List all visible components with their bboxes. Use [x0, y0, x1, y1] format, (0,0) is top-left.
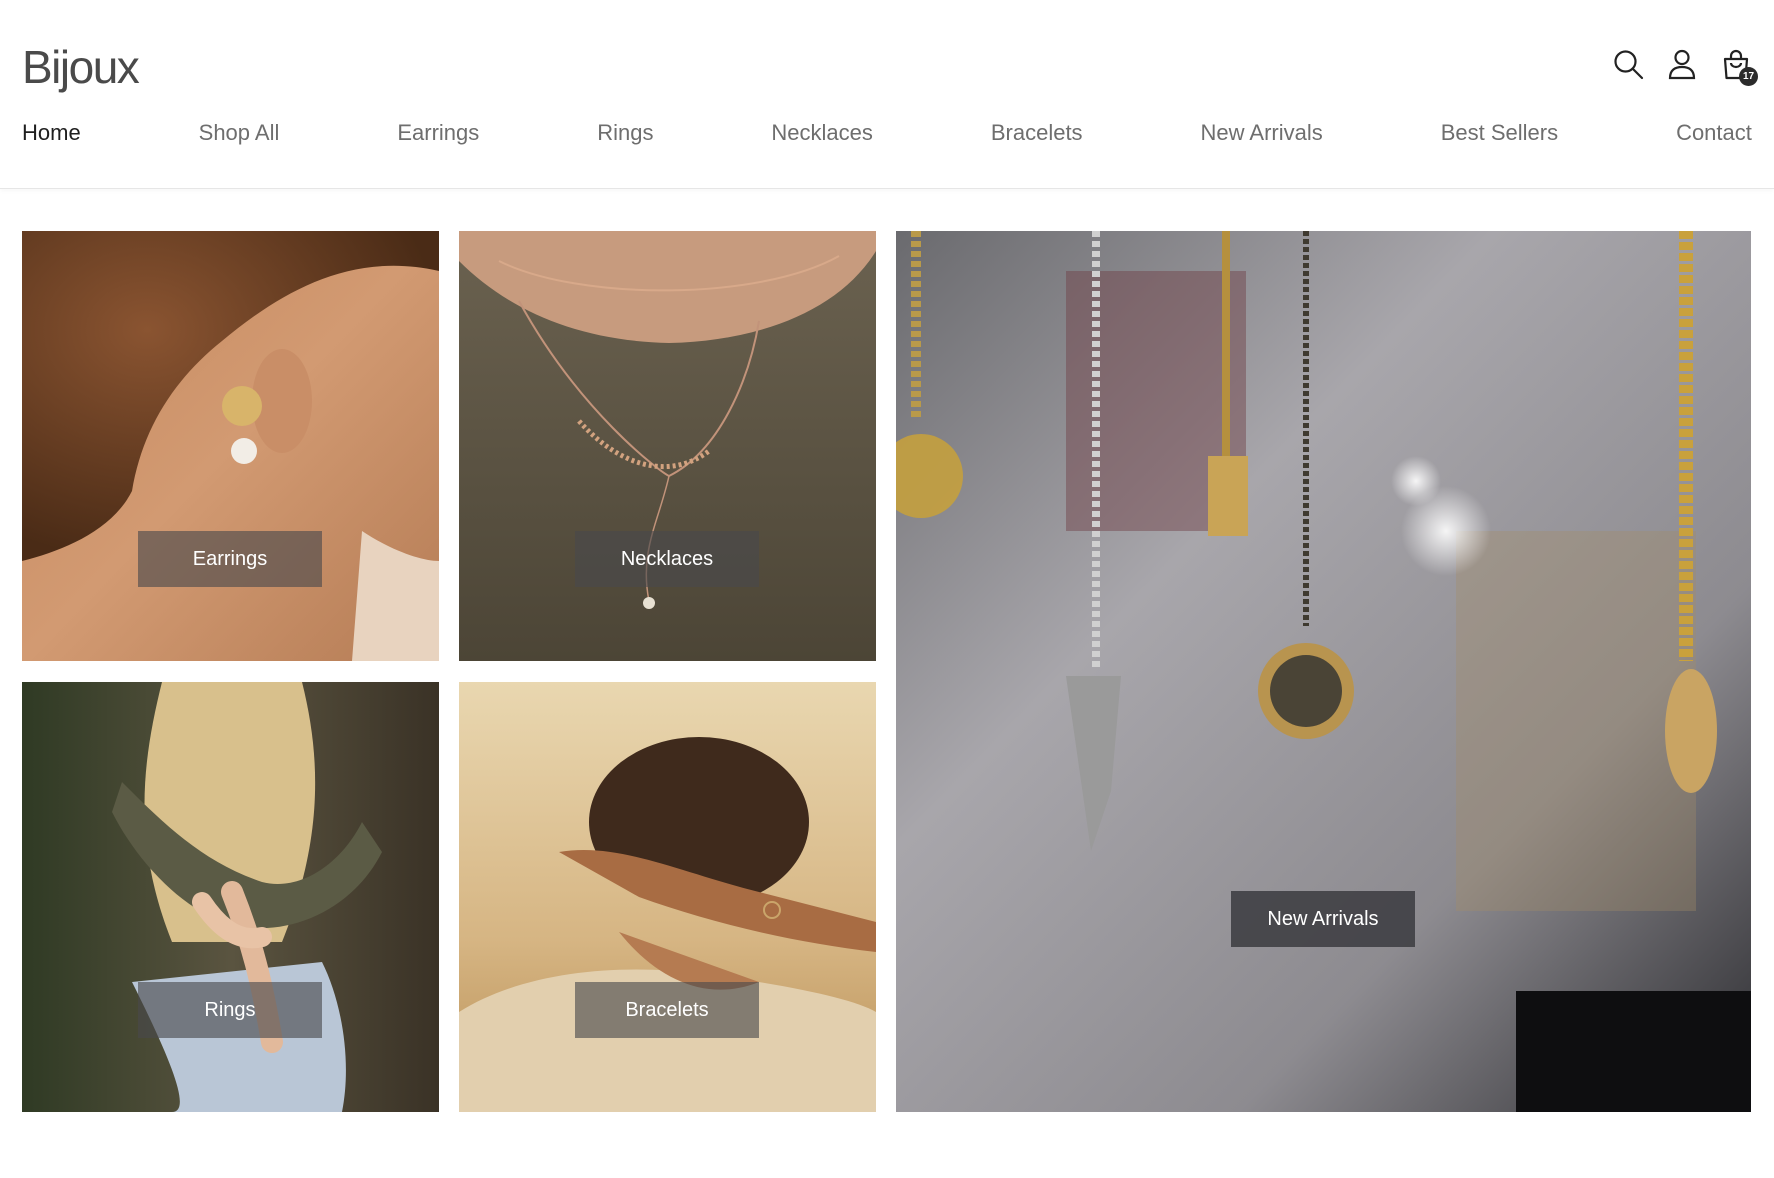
cart-count-badge: 17 [1739, 67, 1758, 86]
category-label-necklaces[interactable]: Necklaces [575, 531, 759, 587]
bracelets-photo [459, 682, 876, 1112]
nav-item-rings[interactable]: Rings [597, 120, 653, 146]
main-nav: Home Shop All Earrings Rings Necklaces B… [22, 120, 1752, 146]
user-icon[interactable] [1666, 48, 1698, 80]
nav-item-best-sellers[interactable]: Best Sellers [1441, 120, 1558, 146]
category-label-new-arrivals[interactable]: New Arrivals [1231, 891, 1415, 947]
nav-item-contact[interactable]: Contact [1676, 120, 1752, 146]
category-tile-necklaces[interactable]: Necklaces [459, 231, 876, 661]
new-arrivals-photo [896, 231, 1751, 1112]
category-tile-bracelets[interactable]: Bracelets [459, 682, 876, 1112]
nav-item-new-arrivals[interactable]: New Arrivals [1201, 120, 1323, 146]
header-icons: 17 [1612, 48, 1758, 86]
shopping-bag-icon[interactable]: 17 [1720, 48, 1758, 86]
search-icon[interactable] [1612, 48, 1644, 80]
necklaces-photo [459, 231, 876, 661]
brand-logo[interactable]: Bijoux [22, 40, 140, 94]
category-tile-new-arrivals[interactable]: New Arrivals [896, 231, 1751, 1112]
nav-item-home[interactable]: Home [22, 120, 81, 146]
category-label-rings[interactable]: Rings [138, 982, 322, 1038]
rings-photo [22, 682, 439, 1112]
category-label-earrings[interactable]: Earrings [138, 531, 322, 587]
category-tile-earrings[interactable]: Earrings [22, 231, 439, 661]
nav-item-shop-all[interactable]: Shop All [199, 120, 280, 146]
category-tile-rings[interactable]: Rings [22, 682, 439, 1112]
category-label-bracelets[interactable]: Bracelets [575, 982, 759, 1038]
earrings-photo [22, 231, 439, 661]
nav-item-necklaces[interactable]: Necklaces [771, 120, 872, 146]
site-header: Bijoux 17 Home Shop All Earrings Rings N… [0, 0, 1774, 189]
nav-item-bracelets[interactable]: Bracelets [991, 120, 1083, 146]
nav-item-earrings[interactable]: Earrings [397, 120, 479, 146]
